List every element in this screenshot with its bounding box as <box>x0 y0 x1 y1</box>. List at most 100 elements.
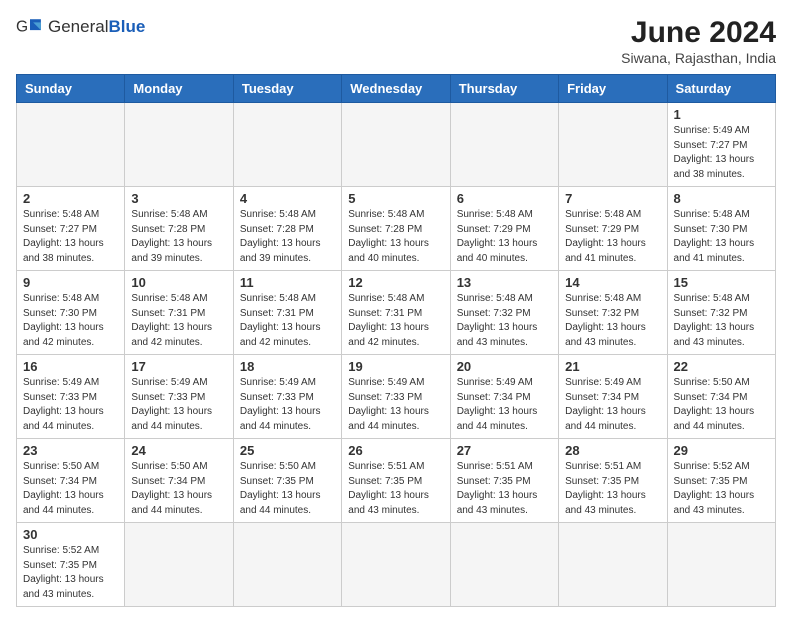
calendar-cell <box>667 523 775 607</box>
day-info: Sunrise: 5:49 AM Sunset: 7:33 PM Dayligh… <box>348 376 443 434</box>
logo-text: GeneralBlue <box>48 17 145 37</box>
day-number: 6 <box>457 191 552 206</box>
day-number: 29 <box>674 443 769 458</box>
day-number: 20 <box>457 359 552 374</box>
day-number: 27 <box>457 443 552 458</box>
week-row-1: 1 Sunrise: 5:49 AM Sunset: 7:27 PM Daylig… <box>17 103 776 187</box>
weekday-header-tuesday: Tuesday <box>233 75 341 103</box>
day-info: Sunrise: 5:48 AM Sunset: 7:30 PM Dayligh… <box>23 292 118 350</box>
calendar-cell <box>17 103 125 187</box>
day-info: Sunrise: 5:51 AM Sunset: 7:35 PM Dayligh… <box>457 460 552 518</box>
day-number: 11 <box>240 275 335 290</box>
day-info: Sunrise: 5:48 AM Sunset: 7:32 PM Dayligh… <box>457 292 552 350</box>
day-number: 1 <box>674 107 769 122</box>
svg-text:G: G <box>16 19 28 36</box>
day-number: 30 <box>23 527 118 542</box>
calendar-cell: 16 Sunrise: 5:49 AM Sunset: 7:33 PM Dayli… <box>17 355 125 439</box>
calendar-cell: 14 Sunrise: 5:48 AM Sunset: 7:32 PM Dayli… <box>559 271 667 355</box>
calendar-cell: 20 Sunrise: 5:49 AM Sunset: 7:34 PM Dayli… <box>450 355 558 439</box>
calendar-cell: 12 Sunrise: 5:48 AM Sunset: 7:31 PM Dayli… <box>342 271 450 355</box>
day-info: Sunrise: 5:49 AM Sunset: 7:27 PM Dayligh… <box>674 124 769 182</box>
day-number: 16 <box>23 359 118 374</box>
day-number: 23 <box>23 443 118 458</box>
week-row-4: 16 Sunrise: 5:49 AM Sunset: 7:33 PM Dayli… <box>17 355 776 439</box>
calendar-cell <box>233 103 341 187</box>
day-number: 15 <box>674 275 769 290</box>
calendar-cell: 23 Sunrise: 5:50 AM Sunset: 7:34 PM Dayli… <box>17 439 125 523</box>
day-info: Sunrise: 5:51 AM Sunset: 7:35 PM Dayligh… <box>565 460 660 518</box>
calendar-cell: 13Sunrise: 5:48 AM Sunset: 7:32 PM Dayli… <box>450 271 558 355</box>
day-number: 4 <box>240 191 335 206</box>
day-info: Sunrise: 5:49 AM Sunset: 7:33 PM Dayligh… <box>23 376 118 434</box>
day-number: 26 <box>348 443 443 458</box>
calendar-cell: 26Sunrise: 5:51 AM Sunset: 7:35 PM Dayli… <box>342 439 450 523</box>
calendar-cell <box>233 523 341 607</box>
day-number: 3 <box>131 191 226 206</box>
logo-icon: G <box>16 16 44 38</box>
calendar-cell: 18 Sunrise: 5:49 AM Sunset: 7:33 PM Dayli… <box>233 355 341 439</box>
weekday-header-sunday: Sunday <box>17 75 125 103</box>
day-number: 24 <box>131 443 226 458</box>
week-row-2: 2Sunrise: 5:48 AM Sunset: 7:27 PM Daylig… <box>17 187 776 271</box>
calendar-cell: 17Sunrise: 5:49 AM Sunset: 7:33 PM Dayli… <box>125 355 233 439</box>
day-info: Sunrise: 5:49 AM Sunset: 7:33 PM Dayligh… <box>131 376 226 434</box>
weekday-header-wednesday: Wednesday <box>342 75 450 103</box>
day-info: Sunrise: 5:49 AM Sunset: 7:34 PM Dayligh… <box>457 376 552 434</box>
calendar-cell: 8Sunrise: 5:48 AM Sunset: 7:30 PM Daylig… <box>667 187 775 271</box>
week-row-5: 23 Sunrise: 5:50 AM Sunset: 7:34 PM Dayli… <box>17 439 776 523</box>
day-info: Sunrise: 5:48 AM Sunset: 7:27 PM Dayligh… <box>23 208 118 266</box>
day-number: 28 <box>565 443 660 458</box>
calendar-cell: 24Sunrise: 5:50 AM Sunset: 7:34 PM Dayli… <box>125 439 233 523</box>
week-row-6: 30Sunrise: 5:52 AM Sunset: 7:35 PM Dayli… <box>17 523 776 607</box>
location: Siwana, Rajasthan, India <box>621 50 776 66</box>
day-number: 14 <box>565 275 660 290</box>
day-info: Sunrise: 5:49 AM Sunset: 7:34 PM Dayligh… <box>565 376 660 434</box>
month-year: June 2024 <box>621 16 776 50</box>
day-number: 5 <box>348 191 443 206</box>
day-number: 8 <box>674 191 769 206</box>
calendar-cell: 19Sunrise: 5:49 AM Sunset: 7:33 PM Dayli… <box>342 355 450 439</box>
day-number: 18 <box>240 359 335 374</box>
calendar-cell <box>450 103 558 187</box>
weekday-header-monday: Monday <box>125 75 233 103</box>
day-number: 7 <box>565 191 660 206</box>
week-row-3: 9 Sunrise: 5:48 AM Sunset: 7:30 PM Daylig… <box>17 271 776 355</box>
calendar-cell <box>125 103 233 187</box>
day-info: Sunrise: 5:49 AM Sunset: 7:33 PM Dayligh… <box>240 376 335 434</box>
calendar-cell: 1 Sunrise: 5:49 AM Sunset: 7:27 PM Daylig… <box>667 103 775 187</box>
day-info: Sunrise: 5:48 AM Sunset: 7:31 PM Dayligh… <box>131 292 226 350</box>
page-header: G GeneralBlue June 2024 Siwana, Rajastha… <box>16 16 776 66</box>
calendar-table: SundayMondayTuesdayWednesdayThursdayFrid… <box>16 74 776 607</box>
day-number: 22 <box>674 359 769 374</box>
day-info: Sunrise: 5:48 AM Sunset: 7:32 PM Dayligh… <box>565 292 660 350</box>
calendar-cell <box>559 523 667 607</box>
day-info: Sunrise: 5:52 AM Sunset: 7:35 PM Dayligh… <box>674 460 769 518</box>
day-number: 12 <box>348 275 443 290</box>
calendar-cell <box>342 103 450 187</box>
day-number: 9 <box>23 275 118 290</box>
calendar-cell: 4Sunrise: 5:48 AM Sunset: 7:28 PM Daylig… <box>233 187 341 271</box>
weekday-header-friday: Friday <box>559 75 667 103</box>
calendar-cell: 9 Sunrise: 5:48 AM Sunset: 7:30 PM Daylig… <box>17 271 125 355</box>
calendar-cell: 2Sunrise: 5:48 AM Sunset: 7:27 PM Daylig… <box>17 187 125 271</box>
calendar-cell: 25Sunrise: 5:50 AM Sunset: 7:35 PM Dayli… <box>233 439 341 523</box>
day-number: 21 <box>565 359 660 374</box>
calendar-cell <box>559 103 667 187</box>
calendar-cell: 21 Sunrise: 5:49 AM Sunset: 7:34 PM Dayli… <box>559 355 667 439</box>
logo: G GeneralBlue <box>16 16 145 38</box>
calendar-cell: 15Sunrise: 5:48 AM Sunset: 7:32 PM Dayli… <box>667 271 775 355</box>
calendar-cell: 29 Sunrise: 5:52 AM Sunset: 7:35 PM Dayli… <box>667 439 775 523</box>
day-info: Sunrise: 5:48 AM Sunset: 7:31 PM Dayligh… <box>348 292 443 350</box>
day-info: Sunrise: 5:50 AM Sunset: 7:34 PM Dayligh… <box>674 376 769 434</box>
calendar-cell: 22 Sunrise: 5:50 AM Sunset: 7:34 PM Dayli… <box>667 355 775 439</box>
calendar-cell: 6 Sunrise: 5:48 AM Sunset: 7:29 PM Daylig… <box>450 187 558 271</box>
calendar-cell: 5Sunrise: 5:48 AM Sunset: 7:28 PM Daylig… <box>342 187 450 271</box>
title-block: June 2024 Siwana, Rajasthan, India <box>621 16 776 66</box>
calendar-cell: 28 Sunrise: 5:51 AM Sunset: 7:35 PM Dayli… <box>559 439 667 523</box>
calendar-cell <box>450 523 558 607</box>
calendar-cell <box>342 523 450 607</box>
day-info: Sunrise: 5:48 AM Sunset: 7:29 PM Dayligh… <box>457 208 552 266</box>
day-number: 10 <box>131 275 226 290</box>
day-info: Sunrise: 5:48 AM Sunset: 7:29 PM Dayligh… <box>565 208 660 266</box>
day-info: Sunrise: 5:50 AM Sunset: 7:34 PM Dayligh… <box>23 460 118 518</box>
